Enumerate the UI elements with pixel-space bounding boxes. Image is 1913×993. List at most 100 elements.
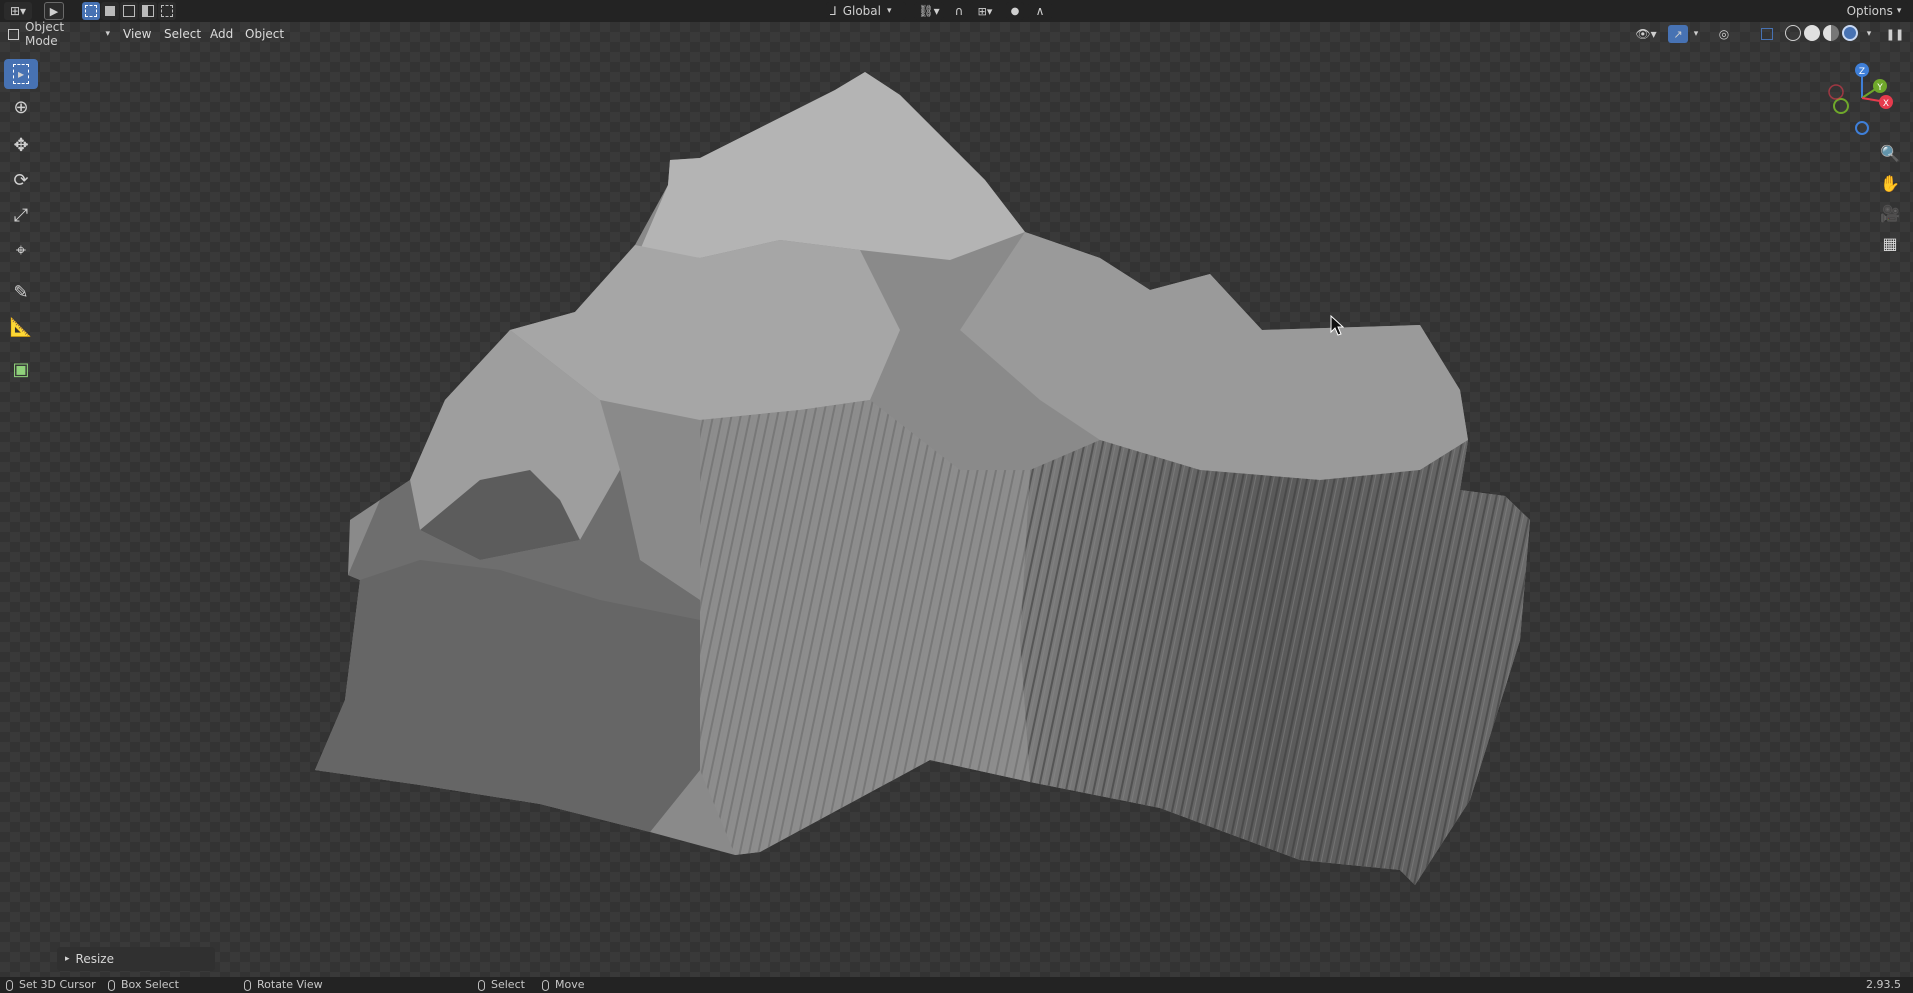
chevron-down-icon: ▾	[105, 29, 110, 39]
snap-grid-icon: ⊞▾	[977, 4, 993, 18]
status-move-label: Move	[555, 978, 585, 991]
gizmo-toggle[interactable]: ↗	[1668, 25, 1688, 43]
transform-orientation-label: Global	[842, 4, 881, 18]
status-rotate-view: Rotate View	[244, 978, 323, 992]
chevron-right-icon: ▸	[65, 954, 70, 964]
options-dropdown[interactable]: Options ▾	[1840, 2, 1908, 20]
chevron-down-icon: ▾	[1896, 6, 1902, 16]
transform-tool[interactable]: ⌖	[4, 235, 38, 265]
3d-cursor-icon: ⊕	[13, 96, 29, 118]
zoom-icon: 🔍	[1880, 143, 1900, 163]
sidebar-toggle[interactable]: ❚❚	[1886, 25, 1904, 43]
menu-select[interactable]: Select	[160, 25, 205, 43]
menu-view[interactable]: View	[119, 25, 155, 43]
select-mode-set-button[interactable]	[82, 2, 100, 20]
chevron-down-icon: ▾	[886, 6, 892, 16]
select-new-icon	[85, 5, 97, 17]
status-box-select-label: Box Select	[121, 978, 179, 991]
status-move: Move	[542, 978, 585, 992]
chevron-down-icon: ▾	[1693, 29, 1699, 39]
gizmo-y-label: Y	[1876, 83, 1883, 93]
3d-viewport[interactable]: ▸ ⊕ ✥ ⟳ ⤢ ⌖ ✎ 📐 ▣ Z Y X 🔍 ✋ 🎥 ▦ ▸ Resize	[0, 22, 1913, 977]
cursor-box-icon: ▸	[12, 64, 30, 84]
overlay-icon: ◎	[1718, 27, 1730, 41]
select-mode-subtract-button[interactable]	[120, 2, 138, 20]
add-cube-tool[interactable]: ▣	[4, 354, 38, 384]
options-label: Options	[1846, 4, 1893, 18]
status-select: Select	[478, 978, 525, 992]
status-select-label: Select	[491, 978, 525, 991]
rotate-tool[interactable]: ⟳	[4, 165, 38, 195]
snap-toggle[interactable]: ∩	[950, 2, 968, 20]
move-arrows-icon: ✥	[13, 134, 29, 156]
camera-icon: 🎥	[1880, 203, 1900, 223]
cursor-tool[interactable]: ⊕	[4, 92, 38, 122]
gizmo-x-label: X	[1883, 99, 1889, 109]
visibility-dropdown[interactable]: 👁▾	[1632, 25, 1660, 43]
status-box-select: Box Select	[108, 978, 179, 992]
proportional-editing-toggle[interactable]: ●	[1006, 2, 1024, 20]
pivot-point-dropdown[interactable]: ⛓▾	[914, 2, 944, 20]
select-box-tool[interactable]: ▸	[4, 59, 38, 89]
menu-add[interactable]: Add	[206, 25, 237, 43]
cube-icon: ▣	[12, 358, 30, 380]
solid-shading-button[interactable]	[1804, 25, 1820, 41]
pause-icon: ❚❚	[1885, 27, 1905, 41]
measure-tool[interactable]: 📐	[4, 312, 38, 342]
chevron-down-icon: ▾	[1866, 29, 1872, 39]
ruler-icon: 📐	[9, 316, 33, 338]
top-header-bar: ⊞▾ ▶ ⅃ Global ▾ ⛓▾ ∩ ⊞▾ ● ∧ Options ▾	[0, 0, 1913, 22]
material-shading-button[interactable]	[1823, 25, 1839, 41]
mouse-right-icon	[478, 979, 485, 991]
pivot-icon: ⛓▾	[918, 4, 940, 18]
viewport-header: Object Mode ▾ View Select Add Object 👁▾ …	[0, 20, 1913, 48]
menu-object[interactable]: Object	[241, 25, 288, 43]
move-tool[interactable]: ✥	[4, 130, 38, 160]
mouse-left-icon	[6, 979, 13, 991]
cursor-icon: ▶	[49, 4, 59, 18]
transform-icon: ⌖	[15, 239, 27, 261]
version-label: 2.93.5	[1866, 978, 1901, 991]
select-invert-icon	[142, 5, 154, 17]
xray-icon	[1761, 28, 1773, 40]
select-subtract-icon	[123, 5, 135, 17]
perspective-toggle-button[interactable]: ▦	[1876, 229, 1904, 257]
proportional-dot-icon: ●	[1010, 5, 1020, 17]
annotate-tool[interactable]: ✎	[4, 277, 38, 307]
mesh-object[interactable]	[0, 22, 1913, 977]
eye-icon: 👁▾	[1635, 27, 1657, 41]
camera-view-button[interactable]: 🎥	[1876, 199, 1904, 227]
transform-orientation-dropdown[interactable]: ⅃ Global ▾	[826, 2, 906, 20]
navigation-gizmo[interactable]: Z Y X	[1822, 58, 1902, 138]
rendered-shading-button[interactable]	[1842, 25, 1858, 41]
zoom-view-button[interactable]: 🔍	[1876, 139, 1904, 167]
status-rotate-view-label: Rotate View	[257, 978, 323, 991]
wireframe-shading-button[interactable]	[1785, 25, 1801, 41]
gizmo-dropdown[interactable]: ▾	[1690, 25, 1702, 43]
select-mode-tool-button[interactable]: ▶	[44, 2, 64, 20]
status-set-cursor-label: Set 3D Cursor	[19, 978, 96, 991]
select-mode-invert-button[interactable]	[139, 2, 157, 20]
mode-dropdown[interactable]: Object Mode ▾	[4, 20, 110, 48]
snap-target-dropdown[interactable]: ⊞▾	[970, 2, 1000, 20]
xray-toggle[interactable]	[1758, 25, 1776, 43]
gizmo-z-label: Z	[1859, 67, 1865, 77]
status-bar: Set 3D Cursor Box Select Rotate View Sel…	[0, 977, 1913, 993]
falloff-dropdown[interactable]: ∧	[1028, 2, 1052, 20]
mouse-cursor-icon	[1330, 315, 1344, 336]
status-set-cursor: Set 3D Cursor	[6, 978, 96, 992]
mouse-right-drag-icon	[542, 979, 549, 991]
magnet-icon: ∩	[954, 4, 964, 18]
operator-label: Resize	[75, 952, 114, 966]
scale-tool[interactable]: ⤢	[4, 200, 38, 230]
select-mode-extend-button[interactable]	[101, 2, 119, 20]
select-extend-icon	[105, 6, 115, 16]
editor-type-button[interactable]: ⊞▾	[4, 2, 32, 20]
mouse-middle-icon	[244, 979, 251, 991]
select-mode-intersect-button[interactable]	[158, 2, 176, 20]
shading-options-dropdown[interactable]: ▾	[1862, 25, 1876, 43]
pencil-icon: ✎	[13, 281, 29, 303]
overlays-toggle[interactable]: ◎	[1714, 25, 1734, 43]
last-operator-panel[interactable]: ▸ Resize	[57, 947, 215, 971]
pan-view-button[interactable]: ✋	[1876, 169, 1904, 197]
